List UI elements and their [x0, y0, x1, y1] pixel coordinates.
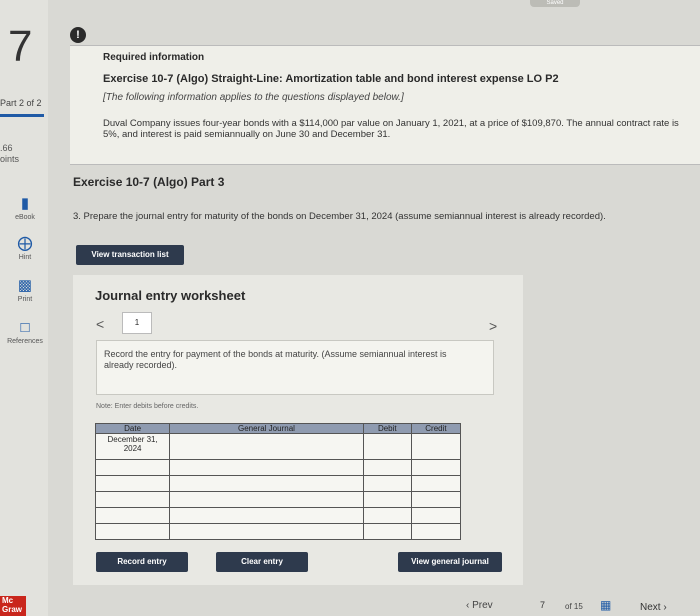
worksheet-prev-arrow[interactable]: <	[96, 316, 104, 332]
credit-cell[interactable]	[410, 433, 462, 460]
references-button[interactable]: □ References	[4, 319, 46, 346]
exercise-title: Exercise 10-7 (Algo) Straight-Line: Amor…	[103, 73, 559, 85]
journal-cell[interactable]	[169, 433, 364, 460]
debit-cell[interactable]	[362, 459, 412, 476]
date-cell: December 31, 2024	[94, 433, 171, 460]
table-row	[94, 491, 462, 508]
table-row: December 31, 2024	[94, 433, 462, 460]
part-label: Part 2 of 2	[0, 98, 42, 108]
current-page[interactable]: 7	[540, 600, 545, 610]
view-transaction-list-button[interactable]: View transaction list	[76, 245, 184, 265]
journal-entry-table: Date General Journal Debit Credit Decemb…	[94, 423, 462, 540]
book-icon: ▮	[20, 195, 30, 212]
part-progress-bar	[0, 114, 44, 117]
question-text: 3. Prepare the journal entry for maturit…	[73, 211, 606, 222]
points-value: .66	[0, 143, 13, 153]
record-entry-button[interactable]: Record entry	[96, 552, 188, 572]
hint-icon: ⨁	[17, 235, 33, 252]
credit-header: Credit	[410, 423, 462, 434]
debit-cell[interactable]	[362, 507, 412, 524]
table-row	[94, 523, 462, 540]
date-cell	[94, 459, 171, 476]
exercise-note: [The following information applies to th…	[103, 92, 404, 103]
view-general-journal-button[interactable]: View general journal	[398, 552, 502, 572]
debit-cell[interactable]	[362, 475, 412, 492]
credit-cell[interactable]	[410, 507, 462, 524]
question-number: 7	[8, 22, 33, 71]
date-cell	[94, 491, 171, 508]
journal-cell[interactable]	[169, 523, 364, 540]
points-label: .66 oints	[0, 143, 19, 165]
next-label: Next	[640, 602, 661, 613]
journal-cell[interactable]	[169, 475, 364, 492]
date-cell	[94, 475, 171, 492]
worksheet-tab-1[interactable]: 1	[122, 312, 152, 334]
clear-entry-button[interactable]: Clear entry	[216, 552, 308, 572]
logo-line-1: Mc	[2, 596, 14, 605]
print-label: Print	[17, 296, 33, 303]
saved-indicator: Saved	[530, 0, 580, 7]
debits-note: Note: Enter debits before credits.	[96, 403, 199, 410]
points-word: oints	[0, 154, 20, 164]
ebook-button[interactable]: ▮ eBook	[4, 195, 46, 222]
part-title: Exercise 10-7 (Algo) Part 3	[73, 175, 225, 189]
prev-label: Prev	[472, 600, 493, 611]
ebook-label: eBook	[15, 214, 35, 221]
debit-cell[interactable]	[362, 523, 412, 540]
credit-cell[interactable]	[410, 475, 462, 492]
references-label: References	[7, 338, 43, 345]
required-info-heading: Required information	[103, 52, 205, 63]
journal-cell[interactable]	[169, 491, 364, 508]
debit-cell[interactable]	[362, 433, 412, 460]
date-cell	[94, 507, 171, 524]
print-icon: ▩	[17, 277, 33, 294]
credit-cell[interactable]	[410, 459, 462, 476]
exercise-body: Duval Company issues four-year bonds wit…	[103, 118, 679, 140]
required-info-box	[70, 45, 700, 165]
page-total: of 15	[565, 602, 583, 611]
entry-instruction-text: Record the entry for payment of the bond…	[104, 349, 447, 370]
table-row	[94, 507, 462, 524]
table-row	[94, 459, 462, 476]
table-row	[94, 475, 462, 492]
prev-button[interactable]: ‹ Prev	[466, 600, 493, 611]
references-icon: □	[20, 319, 30, 336]
credit-cell[interactable]	[410, 491, 462, 508]
date-header: Date	[94, 423, 171, 434]
logo-line-2: Graw	[2, 605, 23, 614]
alert-icon: !	[70, 27, 86, 43]
general-journal-header: General Journal	[169, 423, 364, 434]
journal-cell[interactable]	[169, 507, 364, 524]
debit-cell[interactable]	[362, 491, 412, 508]
journal-cell[interactable]	[169, 459, 364, 476]
hint-button[interactable]: ⨁ Hint	[4, 235, 46, 262]
worksheet-title: Journal entry worksheet	[95, 288, 246, 303]
left-rail: 7 Part 2 of 2 .66 oints ▮ eBook ⨁ Hint ▩…	[0, 0, 48, 616]
next-button[interactable]: Next ›	[640, 602, 667, 613]
grid-icon[interactable]: ▦	[600, 598, 611, 612]
hint-label: Hint	[18, 254, 32, 261]
debit-header: Debit	[362, 423, 412, 434]
worksheet-next-arrow[interactable]: >	[489, 318, 497, 334]
date-cell	[94, 523, 171, 540]
credit-cell[interactable]	[410, 523, 462, 540]
mcgraw-logo: Mc Graw	[0, 596, 26, 616]
print-button[interactable]: ▩ Print	[4, 277, 46, 304]
